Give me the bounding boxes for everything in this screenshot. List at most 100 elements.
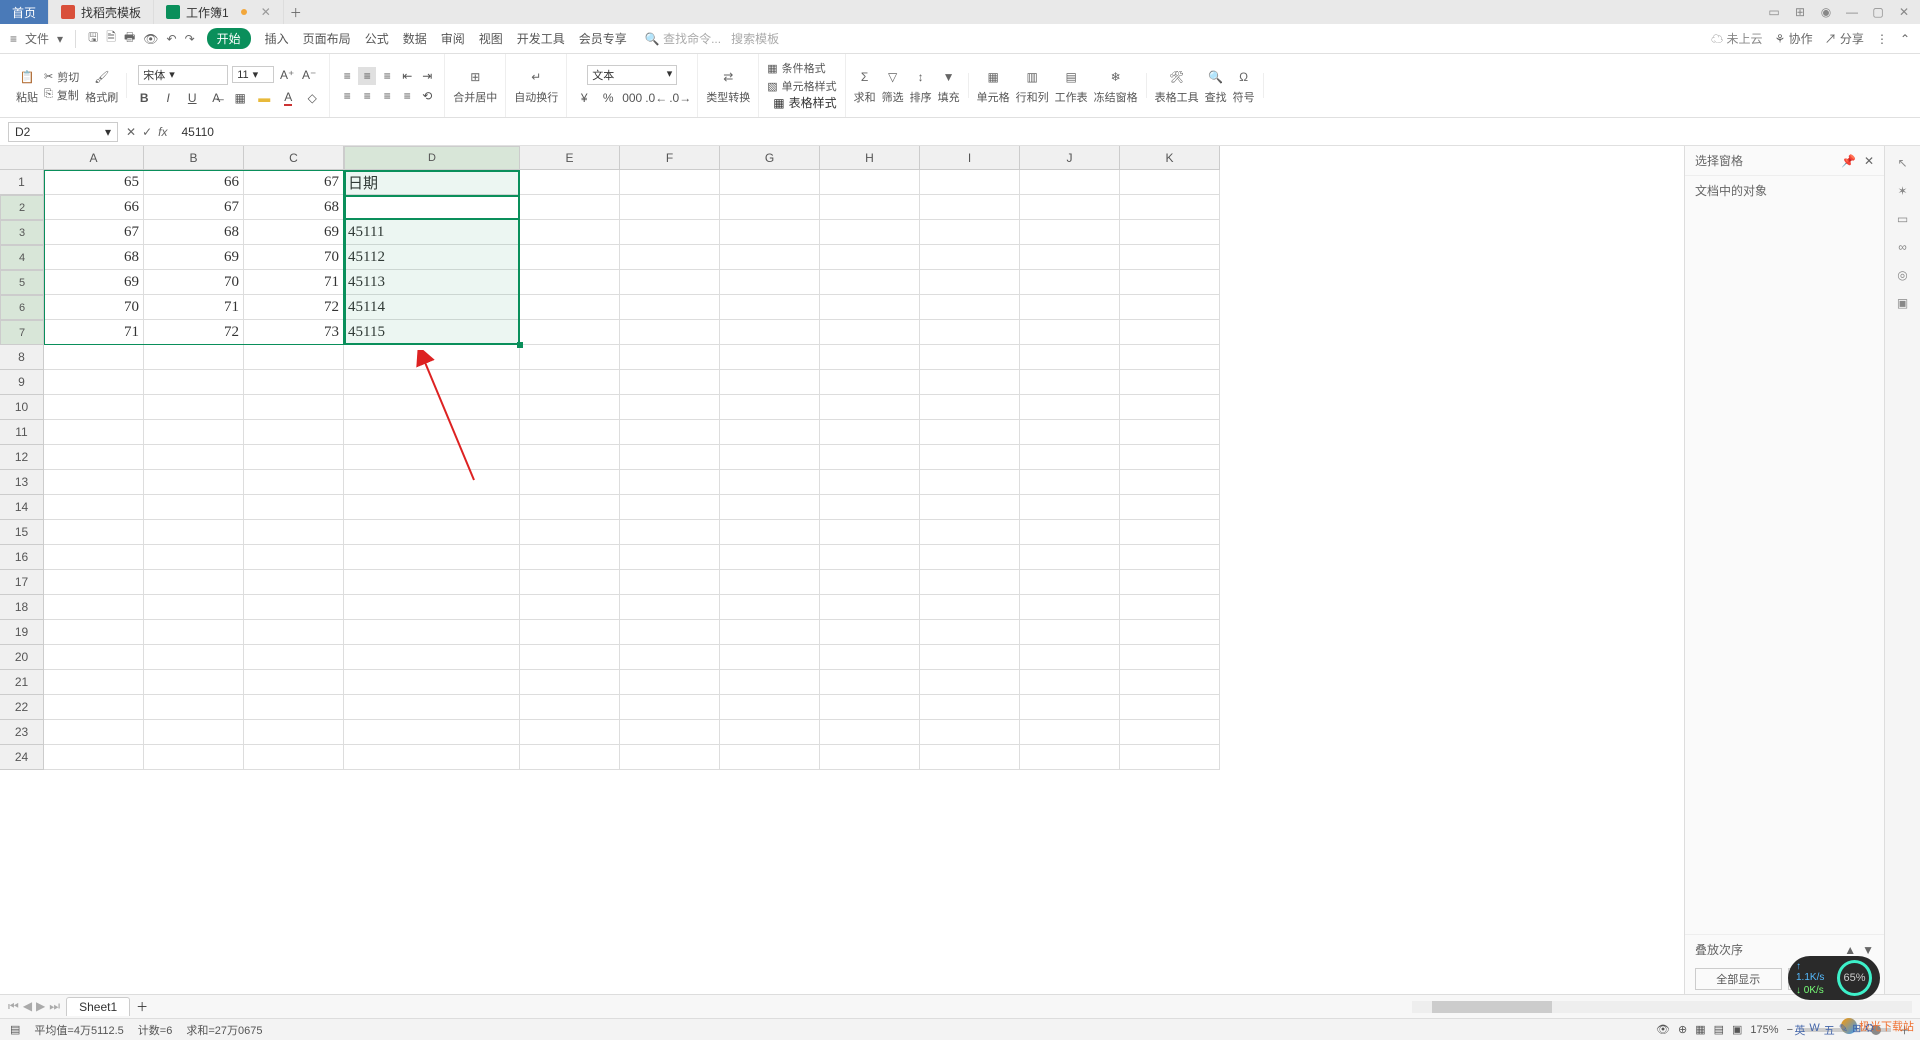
formula-input[interactable]: 45110 [175,123,1912,141]
cell-K15[interactable] [1120,520,1220,545]
cell-G15[interactable] [720,520,820,545]
cell-J18[interactable] [1020,595,1120,620]
cell-B24[interactable] [144,745,244,770]
cell-F16[interactable] [620,545,720,570]
cell-H2[interactable] [820,195,920,220]
cell-C23[interactable] [244,720,344,745]
font-name-select[interactable]: 宋体▾ [138,65,228,85]
cell-A21[interactable] [44,670,144,695]
col-header-B[interactable]: B [144,146,244,170]
cell-C15[interactable] [244,520,344,545]
cell-K10[interactable] [1120,395,1220,420]
cell-B15[interactable] [144,520,244,545]
save-icon[interactable]: 🖫 [88,28,98,49]
cell-B2[interactable]: 67 [144,195,244,220]
cell-K20[interactable] [1120,645,1220,670]
cell-G23[interactable] [720,720,820,745]
view-page-icon[interactable]: ▤ [1714,1023,1724,1036]
cell-A10[interactable] [44,395,144,420]
inc-dec-icon[interactable]: .0← [647,89,665,107]
cell-K17[interactable] [1120,570,1220,595]
row-header-19[interactable]: 19 [0,620,44,645]
target-icon[interactable]: ⊕ [1678,1023,1687,1036]
cell-C1[interactable]: 67 [244,170,344,195]
col-header-K[interactable]: K [1120,146,1220,170]
cell-G12[interactable] [720,445,820,470]
row-header-11[interactable]: 11 [0,420,44,445]
cell-B13[interactable] [144,470,244,495]
cell-I5[interactable] [920,270,1020,295]
align-just-icon[interactable]: ≡ [398,87,416,105]
row-header-6[interactable]: 6 [0,295,44,320]
chevron-down-icon[interactable]: ▾ [105,125,111,139]
cell-K23[interactable] [1120,720,1220,745]
cell-E18[interactable] [520,595,620,620]
redo-icon[interactable]: ↷ [185,32,195,46]
cell-I7[interactable] [920,320,1020,345]
tools-icon[interactable]: 🛠 [1167,67,1187,87]
cell-G14[interactable] [720,495,820,520]
cell-B12[interactable] [144,445,244,470]
cell-B23[interactable] [144,720,244,745]
cell-E19[interactable] [520,620,620,645]
cell-J3[interactable] [1020,220,1120,245]
cell-E12[interactable] [520,445,620,470]
cell-I4[interactable] [920,245,1020,270]
menu-tab-start[interactable]: 开始 [207,28,251,49]
cell-F11[interactable] [620,420,720,445]
cell-H9[interactable] [820,370,920,395]
fill-icon[interactable]: ▼ [939,67,959,87]
cell-I20[interactable] [920,645,1020,670]
cell-D23[interactable] [344,720,520,745]
cell-C8[interactable] [244,345,344,370]
cell-H12[interactable] [820,445,920,470]
cell-K2[interactable] [1120,195,1220,220]
cell-E1[interactable] [520,170,620,195]
ime-1[interactable]: W [1809,1022,1819,1038]
cell-G18[interactable] [720,595,820,620]
wrap-icon[interactable]: ↵ [526,67,546,87]
number-format-select[interactable]: 文本▾ [587,65,677,85]
cell-F4[interactable] [620,245,720,270]
cell-F24[interactable] [620,745,720,770]
cell-A6[interactable]: 70 [44,295,144,320]
cell-B18[interactable] [144,595,244,620]
cell-H5[interactable] [820,270,920,295]
cell-A15[interactable] [44,520,144,545]
cell-I12[interactable] [920,445,1020,470]
cell-J9[interactable] [1020,370,1120,395]
cell-E3[interactable] [520,220,620,245]
symbol-icon[interactable]: Ω [1234,67,1254,87]
user-icon[interactable]: ◉ [1818,4,1834,20]
cell-D7[interactable]: 45115 [344,320,520,345]
cell-K14[interactable] [1120,495,1220,520]
cell-J24[interactable] [1020,745,1120,770]
cell-B8[interactable] [144,345,244,370]
align-top-icon[interactable]: ≡ [338,67,356,85]
cell-C17[interactable] [244,570,344,595]
italic-icon[interactable]: I [159,89,177,107]
cell-K24[interactable] [1120,745,1220,770]
cell-K1[interactable] [1120,170,1220,195]
align-left-icon[interactable]: ≡ [338,87,356,105]
cell-J10[interactable] [1020,395,1120,420]
tab-add-button[interactable]: ＋ [284,0,308,24]
cell-D24[interactable] [344,745,520,770]
minimize-icon[interactable]: — [1844,4,1860,20]
cell-G10[interactable] [720,395,820,420]
cell-E8[interactable] [520,345,620,370]
menu-tab-dev[interactable]: 开发工具 [517,30,565,47]
ime-0[interactable]: 英 [1794,1022,1805,1038]
cell-F5[interactable] [620,270,720,295]
cell-I6[interactable] [920,295,1020,320]
row-header-17[interactable]: 17 [0,570,44,595]
clip-tool-icon[interactable]: ▭ [1897,212,1908,226]
row-header-20[interactable]: 20 [0,645,44,670]
cell-F18[interactable] [620,595,720,620]
search-commands[interactable]: 🔍 查找命令... [645,30,721,47]
cell-style-button[interactable]: ▧ 单元格样式 [767,78,836,94]
col-header-G[interactable]: G [720,146,820,170]
cell-B6[interactable]: 71 [144,295,244,320]
cell-B7[interactable]: 72 [144,320,244,345]
cell-C5[interactable]: 71 [244,270,344,295]
